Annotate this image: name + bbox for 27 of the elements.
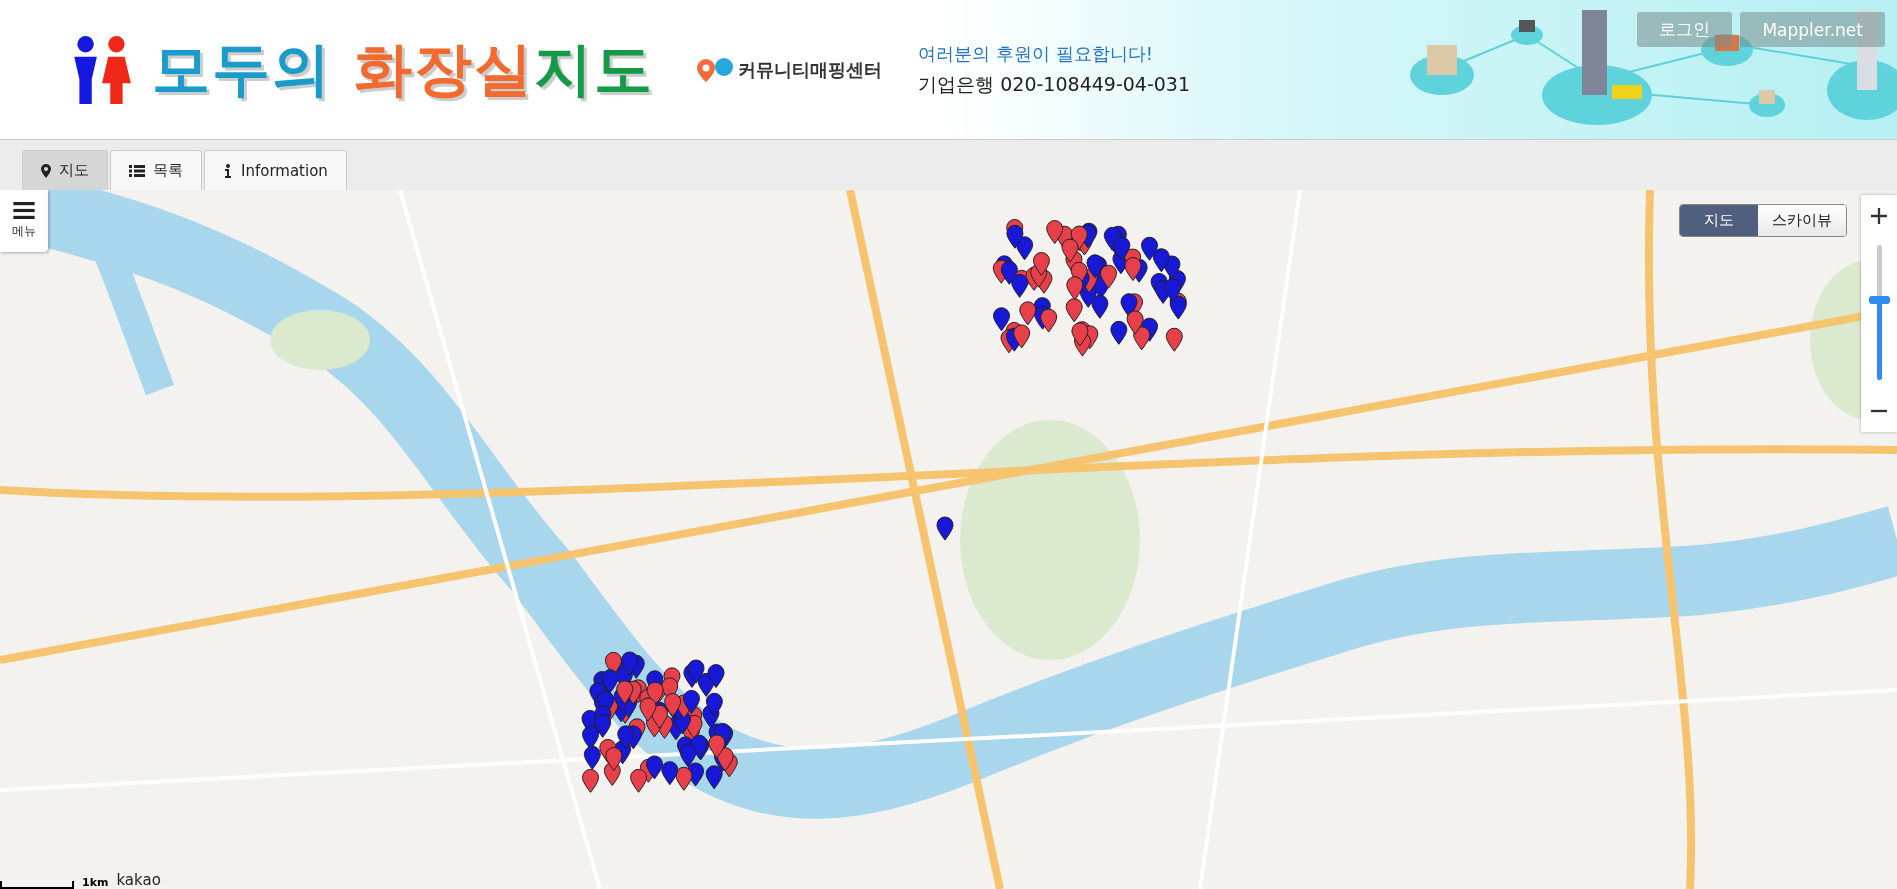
marker-cluster-drawing[interactable] (992, 219, 1187, 357)
map-marker-icon[interactable] (936, 516, 954, 541)
donation-message: 여러분의 후원이 필요합니다! (918, 41, 1154, 66)
list-icon (129, 164, 145, 177)
tab[interactable]: Information (204, 150, 347, 190)
map-type-toggle[interactable]: 지도 (1680, 205, 1758, 236)
map-type-toggle[interactable]: 스카이뷰 (1758, 205, 1846, 236)
zoom-out-button[interactable] (1861, 390, 1897, 432)
menu-button[interactable]: 메뉴 (0, 190, 48, 252)
bank-account: 기업은행 020-108449-04-031 (918, 71, 1191, 97)
marker-cluster-drawing[interactable] (581, 651, 738, 793)
partner-name: 커뮤니티매핑센터 (738, 57, 883, 82)
info-icon (223, 163, 233, 178)
scale-label: 1km (82, 876, 109, 889)
map-pin-icon (41, 163, 51, 178)
menu-label: 메뉴 (12, 223, 36, 240)
zoom-slider-thumb[interactable] (1868, 295, 1890, 304)
map-attribution: kakao (116, 871, 161, 889)
zoom-in-button[interactable] (1861, 195, 1897, 237)
plus-icon (1871, 208, 1887, 224)
zoom-slider[interactable] (1868, 245, 1890, 380)
logo-title: 모두의 화장실지도 (152, 33, 655, 105)
tab[interactable]: 목록 (110, 150, 202, 190)
street-map-drawing[interactable] (0, 190, 1897, 889)
menu-icon (13, 202, 35, 219)
speech-bubble-logo-icon (694, 55, 735, 84)
tab[interactable]: 지도 (22, 150, 108, 190)
